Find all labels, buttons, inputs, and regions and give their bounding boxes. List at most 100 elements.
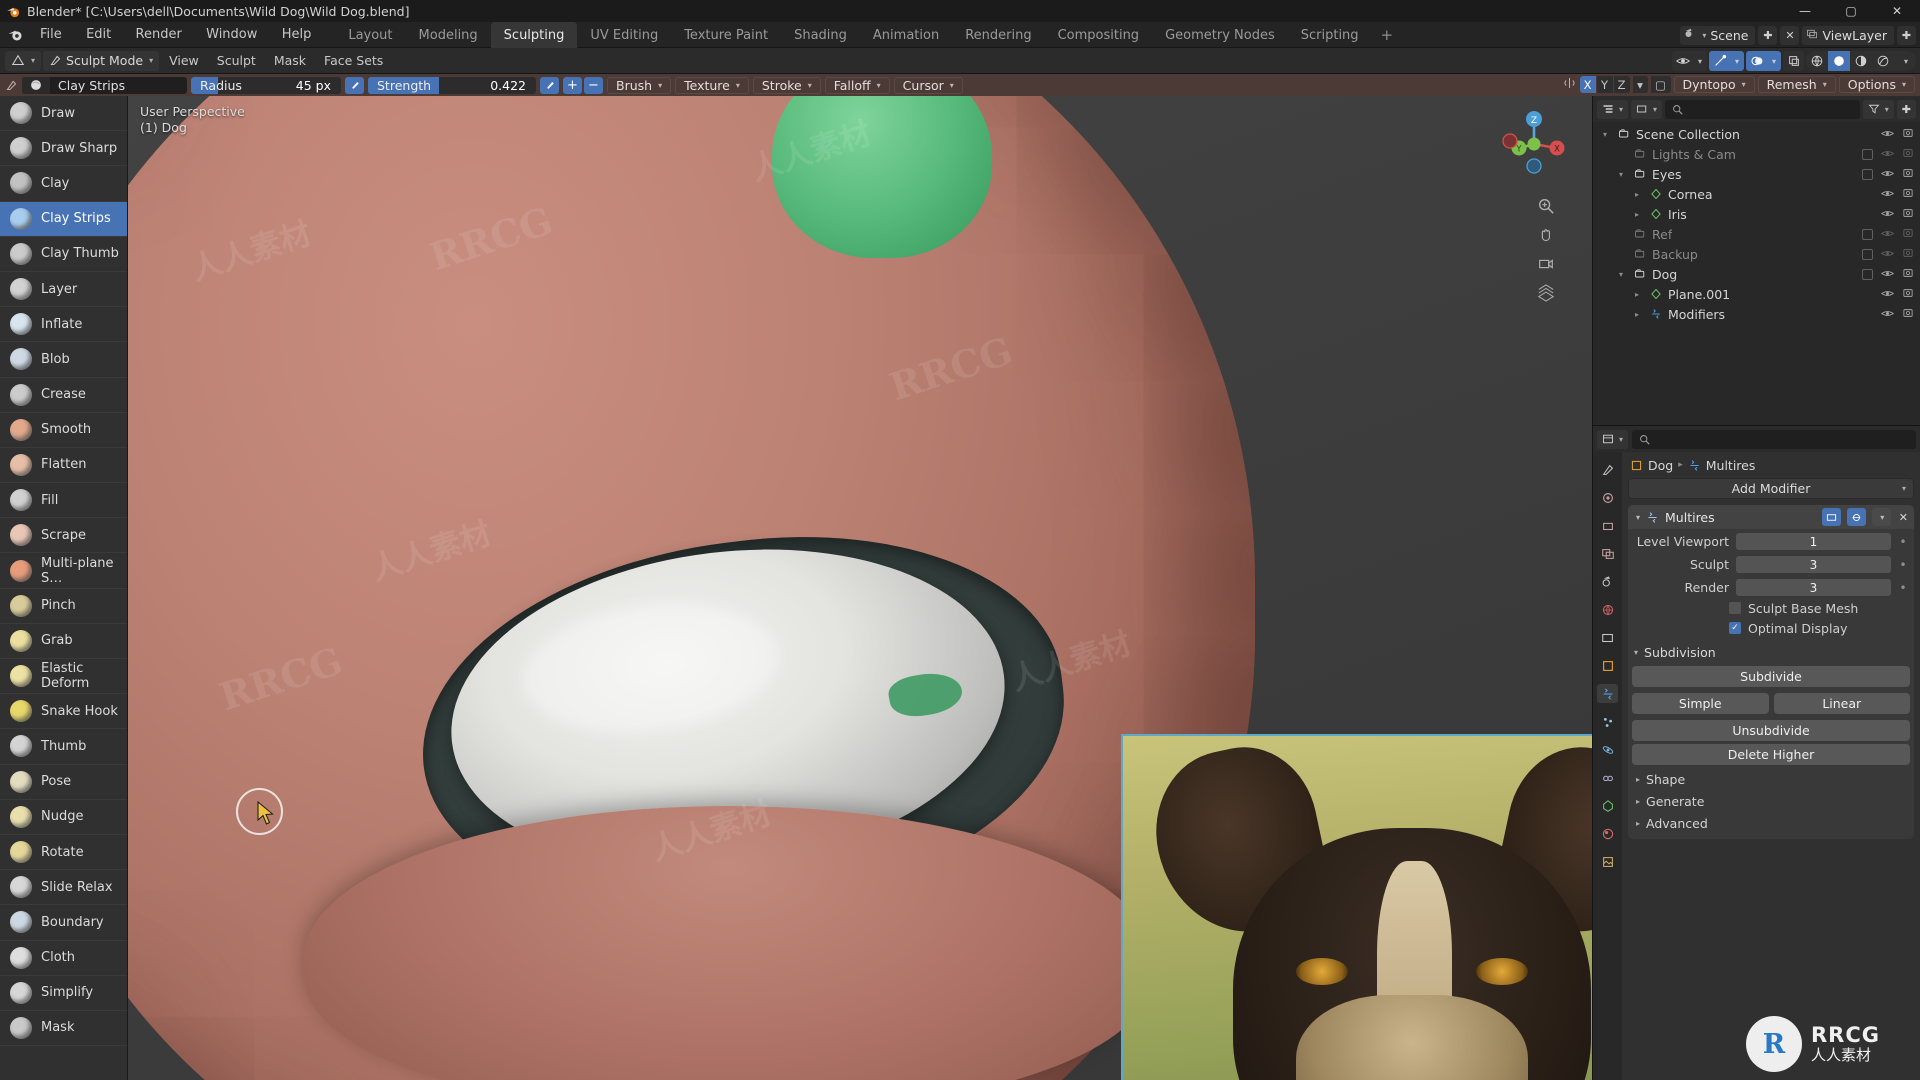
shading-rendered-button[interactable] xyxy=(1872,51,1894,71)
properties-tab-material[interactable] xyxy=(1597,824,1618,843)
tab-animation[interactable]: Animation xyxy=(860,22,952,48)
hide-in-viewport-icon[interactable] xyxy=(1880,227,1895,242)
outliner-display-mode-button[interactable]: ▾ xyxy=(1631,99,1663,119)
properties-tab-output[interactable] xyxy=(1597,516,1618,535)
collection-exclude-checkbox[interactable] xyxy=(1862,168,1873,180)
multires-modifier-header[interactable]: ▾ Multires ▾ ✕ xyxy=(1628,505,1914,529)
radius-slider[interactable]: Radius 45 px xyxy=(191,76,341,94)
properties-tab-texture[interactable] xyxy=(1597,852,1618,871)
properties-tab-scene[interactable] xyxy=(1597,572,1618,591)
mode-selector[interactable]: Sculpt Mode ▾ xyxy=(43,50,160,71)
unsubdivide-button[interactable]: Unsubdivide xyxy=(1632,720,1910,741)
disable-in-renders-icon[interactable] xyxy=(1902,307,1914,322)
tab-shading[interactable]: Shading xyxy=(781,22,860,48)
linear-button[interactable]: Linear xyxy=(1773,693,1910,714)
delete-higher-button[interactable]: Delete Higher xyxy=(1632,744,1910,765)
outliner-row[interactable]: ▸ Modifiers xyxy=(1593,304,1920,324)
chevron-right-icon[interactable]: ▸ xyxy=(1631,190,1643,199)
sculpt-level-animate-dot[interactable]: • xyxy=(1898,558,1908,572)
tab-texture-paint[interactable]: Texture Paint xyxy=(671,22,781,48)
camera-perspective-icon[interactable] xyxy=(1536,254,1556,274)
disable-in-renders-icon[interactable] xyxy=(1902,267,1914,282)
tab-layout[interactable]: Layout xyxy=(335,22,405,48)
sculpt-tool-snake-hook[interactable]: Snake Hook xyxy=(0,694,127,730)
tab-modeling[interactable]: Modeling xyxy=(406,22,491,48)
collection-exclude-checkbox[interactable] xyxy=(1862,148,1873,160)
simple-button[interactable]: Simple xyxy=(1632,693,1769,714)
chevron-right-icon[interactable]: ▸ xyxy=(1631,310,1643,319)
xray-toggle[interactable] xyxy=(1783,51,1804,71)
outliner-row[interactable]: ▾ Scene Collection xyxy=(1593,124,1920,144)
hide-in-viewport-icon[interactable] xyxy=(1880,167,1895,182)
popover-stroke[interactable]: Stroke ▾ xyxy=(752,76,821,94)
visibility-toggle[interactable]: ▾ xyxy=(1672,51,1707,71)
properties-tab-data[interactable] xyxy=(1597,796,1618,815)
show-in-editmode-toggle[interactable] xyxy=(1821,508,1841,526)
menu-edit[interactable]: Edit xyxy=(76,27,121,42)
menu-help[interactable]: Help xyxy=(272,27,322,42)
hide-in-viewport-icon[interactable] xyxy=(1880,287,1895,302)
breadcrumb-object[interactable]: Dog xyxy=(1648,458,1673,473)
level-viewport-animate-dot[interactable]: • xyxy=(1898,535,1908,549)
sculpt-tool-inflate[interactable]: Inflate xyxy=(0,307,127,343)
outliner-row[interactable]: ▸ Iris xyxy=(1593,204,1920,224)
menu-render[interactable]: Render xyxy=(126,27,192,42)
editor-type-selector[interactable]: ▾ xyxy=(5,50,42,71)
hide-in-viewport-icon[interactable] xyxy=(1880,267,1895,282)
outliner-tree[interactable]: ▾ Scene Collection Lights & Cam ▾ Eyes ▸ Corne… xyxy=(1593,122,1920,425)
sculpt-tool-nudge[interactable]: Nudge xyxy=(0,800,127,835)
popover-brush[interactable]: Brush ▾ xyxy=(607,76,672,94)
optimal-display-row[interactable]: Optimal Display xyxy=(1628,618,1914,638)
hide-in-viewport-icon[interactable] xyxy=(1880,187,1895,202)
popover-options[interactable]: Options ▾ xyxy=(1838,76,1915,93)
sculpt-base-mesh-checkbox[interactable] xyxy=(1729,602,1741,614)
hide-in-viewport-icon[interactable] xyxy=(1880,147,1895,162)
orthographic-grid-icon[interactable] xyxy=(1536,283,1556,303)
viewport-menu-view[interactable]: View xyxy=(161,51,207,71)
sculpt-tool-cloth[interactable]: Cloth xyxy=(0,941,127,976)
sculpt-tool-slide-relax[interactable]: Slide Relax xyxy=(0,870,127,906)
sculpt-tool-draw-sharp[interactable]: Draw Sharp xyxy=(0,131,127,167)
sculpt-level-field[interactable]: 3 xyxy=(1736,556,1891,573)
sculpt-tool-pinch[interactable]: Pinch xyxy=(0,589,127,624)
maximize-button[interactable]: ▢ xyxy=(1828,0,1874,22)
hide-in-viewport-icon[interactable] xyxy=(1880,127,1895,142)
properties-tab-physics[interactable] xyxy=(1597,740,1618,759)
hide-in-viewport-icon[interactable] xyxy=(1880,247,1895,262)
scene-selector[interactable]: ▾ Scene xyxy=(1680,25,1756,45)
advanced-section-header[interactable]: ▸ Advanced xyxy=(1628,812,1914,834)
outliner-row[interactable]: ▸ Cornea xyxy=(1593,184,1920,204)
sculpt-tool-thumb[interactable]: Thumb xyxy=(0,729,127,765)
brush-selector[interactable]: Clay Strips xyxy=(22,76,187,94)
generate-section-header[interactable]: ▸ Generate xyxy=(1628,790,1914,812)
shading-wireframe-button[interactable] xyxy=(1806,51,1828,71)
blender-menu-icon[interactable] xyxy=(0,26,30,43)
popover-dyntopo[interactable]: Dyntopo ▾ xyxy=(1673,76,1755,93)
outliner-new-collection-button[interactable]: ✚ xyxy=(1896,99,1916,119)
navigation-gizmo[interactable]: Z Y X xyxy=(1498,108,1570,180)
disable-in-renders-icon[interactable] xyxy=(1902,287,1914,302)
sculpt-tool-fill[interactable]: Fill xyxy=(0,483,127,519)
outliner-row[interactable]: Backup xyxy=(1593,244,1920,264)
chevron-right-icon[interactable]: ▸ xyxy=(1631,210,1643,219)
outliner-filter-button[interactable]: ▾ xyxy=(1862,99,1894,119)
sculpt-tool-clay-thumb[interactable]: Clay Thumb xyxy=(0,237,127,272)
tab-compositing[interactable]: Compositing xyxy=(1045,22,1153,48)
symmetry-y-button[interactable]: Y xyxy=(1596,76,1613,93)
sculpt-tool-grab[interactable]: Grab xyxy=(0,624,127,659)
collapse-arrow-icon[interactable]: ▾ xyxy=(1636,513,1640,522)
sculpt-tool-crease[interactable]: Crease xyxy=(0,378,127,413)
symmetry-z-button[interactable]: Z xyxy=(1613,76,1630,93)
level-viewport-field[interactable]: 1 xyxy=(1736,533,1891,550)
tab-rendering[interactable]: Rendering xyxy=(952,22,1044,48)
gizmo-toggle[interactable]: ▾ xyxy=(1709,51,1744,71)
tiling-button[interactable]: ▢ xyxy=(1650,76,1671,93)
menu-file[interactable]: File xyxy=(30,27,72,42)
modifier-extras-button[interactable]: ▾ xyxy=(1871,508,1891,526)
sculpt-tool-elastic-deform[interactable]: Elastic Deform xyxy=(0,659,127,695)
tab-uv-editing[interactable]: UV Editing xyxy=(577,22,671,48)
properties-tab-object[interactable] xyxy=(1597,656,1618,675)
chevron-down-icon[interactable]: ▾ xyxy=(1599,130,1611,139)
properties-tab-particles[interactable] xyxy=(1597,712,1618,731)
render-level-field[interactable]: 3 xyxy=(1736,579,1891,596)
